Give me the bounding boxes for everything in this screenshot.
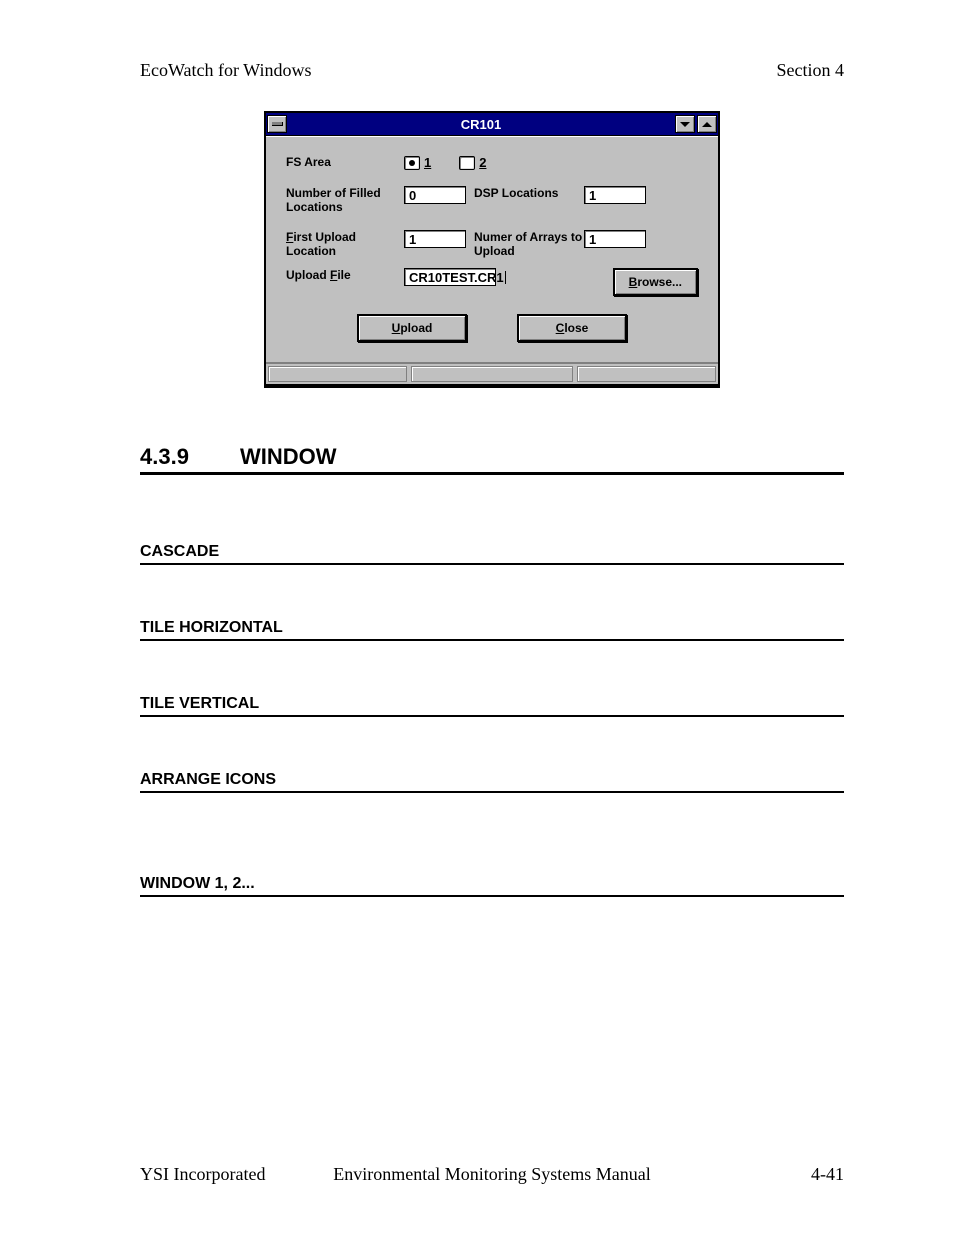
radio-1-label: 1 [424, 155, 431, 170]
label-upload-file: Upload File [286, 268, 404, 282]
page-header: EcoWatch for Windows Section 4 [140, 60, 844, 81]
row-filled-dsp: Number of Filled Locations 0 DSP Locatio… [286, 186, 698, 214]
status-pane [577, 366, 716, 382]
input-filled-locations[interactable]: 0 [404, 186, 466, 204]
subheading-tile-horizontal: TILE HORIZONTAL [140, 619, 844, 641]
label-dsp-locations: DSP Locations [474, 186, 584, 200]
subheading-tile-vertical: TILE VERTICAL [140, 695, 844, 717]
label-first-upload: First Upload Location [286, 230, 404, 258]
status-pane [268, 366, 407, 382]
close-button[interactable]: Close [517, 314, 627, 342]
row-fs-area: FS Area 1 2 [286, 155, 698, 170]
dialog-button-row: Upload Close [286, 314, 698, 342]
subheading-arrange-icons: ARRANGE ICONS [140, 771, 844, 793]
minimize-button[interactable] [675, 115, 695, 133]
dialog-client-area: FS Area 1 2 Number of Filled L [266, 136, 718, 362]
minimize-icon [680, 122, 690, 127]
input-upload-file[interactable]: CR10TEST.CR1 [404, 268, 496, 286]
window-title: CR101 [288, 117, 674, 132]
dialog-window: CR101 FS Area 1 2 [264, 111, 720, 386]
section-number: 4.3.9 [140, 444, 240, 470]
subheading-cascade: CASCADE [140, 543, 844, 565]
radio-icon [459, 156, 475, 170]
section-title: WINDOW [240, 444, 337, 469]
input-first-upload[interactable]: 1 [404, 230, 466, 248]
page-footer: YSI Incorporated Environmental Monitorin… [140, 1164, 844, 1185]
header-left: EcoWatch for Windows [140, 60, 311, 81]
maximize-icon [702, 122, 712, 127]
upload-button[interactable]: Upload [357, 314, 467, 342]
section-heading: 4.3.9WINDOW [140, 444, 844, 475]
radio-fs-area-2[interactable]: 2 [459, 155, 486, 170]
label-filled-locations: Number of Filled Locations [286, 186, 404, 214]
status-bar [266, 362, 718, 384]
title-bar: CR101 [266, 113, 718, 136]
input-dsp-locations[interactable]: 1 [584, 186, 646, 204]
radio-2-label: 2 [479, 155, 486, 170]
radio-fs-area-1[interactable]: 1 [404, 155, 431, 170]
system-menu-button[interactable] [267, 115, 287, 133]
system-menu-icon [272, 122, 283, 126]
status-pane [411, 366, 573, 382]
radio-icon [404, 156, 420, 170]
label-fs-area: FS Area [286, 155, 404, 169]
subheading-window-1-2: WINDOW 1, 2... [140, 875, 844, 897]
dialog-figure: CR101 FS Area 1 2 [140, 111, 844, 386]
row-first-upload: First Upload Location 1 Numer of Arrays … [286, 230, 698, 258]
browse-button[interactable]: Browse... [613, 268, 698, 296]
row-upload-file: Upload File CR10TEST.CR1 Browse... [286, 268, 698, 296]
label-num-arrays: Numer of Arrays to Upload [474, 230, 584, 258]
input-num-arrays[interactable]: 1 [584, 230, 646, 248]
footer-middle: Environmental Monitoring Systems Manual [140, 1164, 844, 1185]
header-right: Section 4 [777, 60, 845, 81]
maximize-button[interactable] [697, 115, 717, 133]
